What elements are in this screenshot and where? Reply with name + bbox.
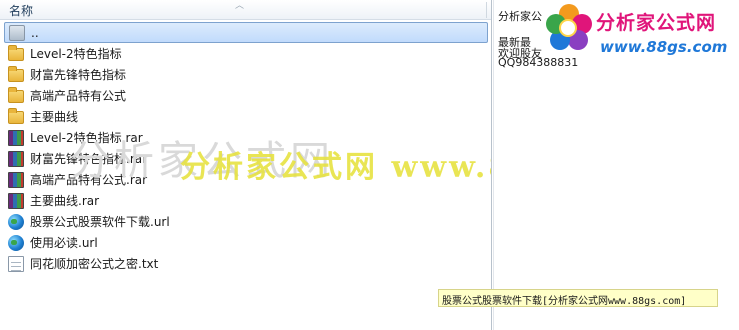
- file-name: 高端产品特有公式: [30, 89, 127, 103]
- status-banner: 股票公式股票软件下载[分析家公式网www.88gs.com]: [438, 289, 718, 307]
- watermark-yellow-text: 分析家公式网 www.88gs.com: [180, 150, 491, 185]
- file-row-url[interactable]: 股票公式股票软件下载.url: [4, 211, 488, 232]
- logo-url: www.88gs.com: [600, 38, 728, 56]
- folder-icon: [8, 108, 24, 124]
- file-row-parent[interactable]: ..: [4, 22, 488, 43]
- file-name: 同花顺加密公式之密.txt: [30, 257, 159, 271]
- file-name: 使用必读.url: [30, 236, 98, 250]
- rar-archive-icon: [8, 129, 24, 146]
- file-name: 财富先锋特色指标: [30, 68, 127, 82]
- file-name: 主要曲线.rar: [30, 194, 100, 208]
- rar-archive-icon: [8, 171, 24, 188]
- sort-ascending-icon: ︿: [235, 1, 245, 11]
- file-list-pane: 名称 ︿ .. Level-2特色指标 财富先锋特色指标 高端产品特有公式 主要…: [0, 0, 492, 330]
- preview-line-1: 分析家公: [498, 10, 542, 23]
- file-row-folder[interactable]: 主要曲线: [4, 106, 488, 127]
- file-row-rar[interactable]: 主要曲线.rar: [4, 190, 488, 211]
- name-column-header[interactable]: 名称 ︿: [0, 0, 491, 20]
- flower-logo-icon: [544, 4, 594, 54]
- file-row-folder[interactable]: Level-2特色指标: [4, 43, 488, 64]
- file-name: 主要曲线: [30, 110, 79, 124]
- file-row-folder[interactable]: 高端产品特有公式: [4, 85, 488, 106]
- file-row-folder[interactable]: 财富先锋特色指标: [4, 64, 488, 85]
- file-row-txt[interactable]: 同花顺加密公式之密.txt: [4, 253, 488, 274]
- file-name: 股票公式股票软件下载.url: [30, 215, 170, 229]
- column-divider[interactable]: [486, 2, 487, 18]
- folder-icon: [8, 87, 24, 103]
- name-column-label: 名称: [9, 4, 34, 18]
- site-logo: 分析家公式网 www.88gs.com: [544, 4, 736, 60]
- internet-shortcut-icon: [8, 213, 24, 230]
- internet-shortcut-icon: [8, 234, 24, 251]
- text-file-icon: [8, 255, 24, 272]
- file-name: ..: [31, 25, 39, 40]
- file-row-url[interactable]: 使用必读.url: [4, 232, 488, 253]
- folder-icon: [8, 66, 24, 82]
- folder-icon: [8, 45, 24, 61]
- file-name: Level-2特色指标: [30, 47, 122, 61]
- logo-title: 分析家公式网: [596, 12, 717, 34]
- rar-archive-icon: [8, 192, 24, 209]
- parent-folder-icon: [9, 24, 25, 41]
- rar-archive-icon: [8, 150, 24, 167]
